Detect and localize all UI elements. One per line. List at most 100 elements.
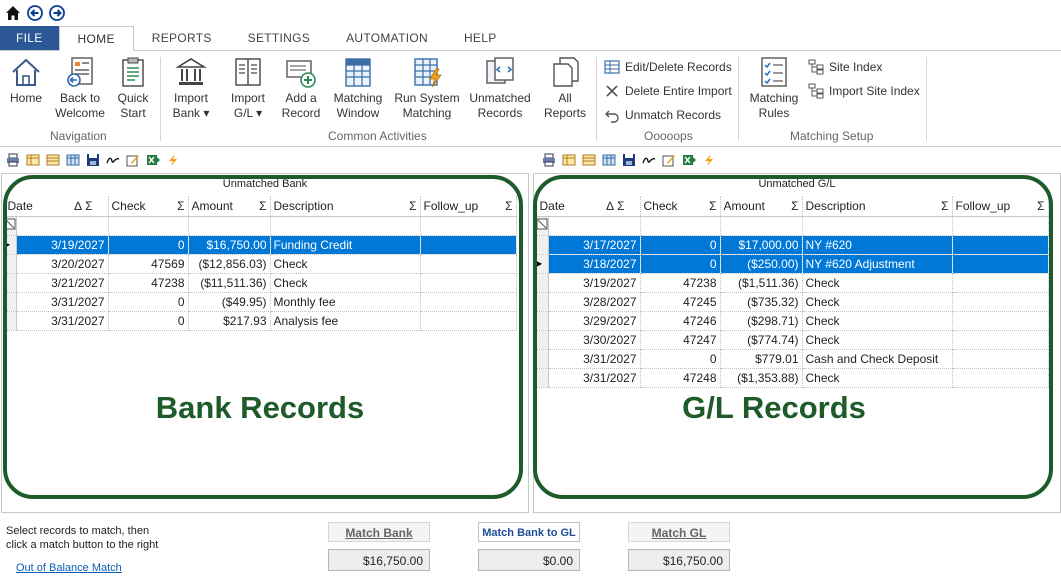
filter-icon[interactable] [4,216,17,236]
cell-description[interactable]: Funding Credit [270,235,421,255]
filter-cell[interactable] [108,216,189,236]
grid-view-icon[interactable] [562,153,576,167]
cell-date[interactable]: 3/19/2027 [548,273,641,293]
row-indicator[interactable] [536,292,549,312]
cell-amount[interactable]: ($250.00) [720,254,803,274]
cell-amount[interactable]: ($735.32) [720,292,803,312]
row-indicator[interactable] [536,330,549,350]
import-gl-button[interactable]: Import G/L ▾ [226,55,270,121]
all-reports-button[interactable]: All Reports [542,55,588,121]
row-indicator[interactable] [4,311,17,331]
table-row[interactable]: 3/20/2027 47569 ($12,856.03) Check [4,254,517,274]
filter-icon[interactable] [536,216,549,236]
col-header-date[interactable]: Date ∆ Σ [4,196,97,217]
print-icon[interactable] [6,153,20,167]
cell-follow-up[interactable] [952,292,1049,312]
table-icon[interactable] [582,153,596,167]
lightning-icon[interactable] [166,153,180,167]
cell-description[interactable]: Check [802,292,953,312]
cell-check[interactable]: 0 [108,292,189,312]
filter-cell[interactable] [548,216,641,236]
col-header-check[interactable]: Check Σ [108,196,189,217]
tab-file[interactable]: FILE [0,26,59,50]
cell-date[interactable]: 3/31/2027 [16,292,109,312]
tab-settings[interactable]: SETTINGS [230,26,328,50]
cell-check[interactable]: 0 [640,235,721,255]
cell-follow-up[interactable] [952,330,1049,350]
filter-cell[interactable] [270,216,421,236]
cell-follow-up[interactable] [420,311,517,331]
cell-description[interactable]: Check [270,254,421,274]
site-index-button[interactable]: Site Index [808,59,882,75]
cell-date[interactable]: 3/20/2027 [16,254,109,274]
table-row[interactable]: 3/30/2027 47247 ($774.74) Check [536,330,1049,350]
col-header-date[interactable]: Date ∆ Σ [536,196,629,217]
forward-arrow-icon[interactable] [48,4,66,22]
cell-description[interactable]: Check [802,330,953,350]
cell-amount[interactable]: $779.01 [720,349,803,369]
cell-amount[interactable]: $17,000.00 [720,235,803,255]
cell-date[interactable]: 3/31/2027 [16,311,109,331]
cell-amount[interactable]: ($11,511.36) [188,273,271,293]
cell-follow-up[interactable] [420,292,517,312]
col-header-follow-up[interactable]: Follow_up Σ [420,196,517,217]
cell-date[interactable]: 3/31/2027 [548,349,641,369]
row-indicator[interactable] [4,292,17,312]
cell-follow-up[interactable] [420,273,517,293]
row-indicator[interactable]: ▶ [4,235,17,255]
cell-amount[interactable]: $217.93 [188,311,271,331]
cell-date[interactable]: 3/28/2027 [548,292,641,312]
cell-check[interactable]: 0 [108,235,189,255]
cell-check[interactable]: 47246 [640,311,721,331]
cell-date[interactable]: 3/21/2027 [16,273,109,293]
matching-window-button[interactable]: Matching Window [330,55,386,121]
tab-automation[interactable]: AUTOMATION [328,26,446,50]
import-site-index-button[interactable]: Import Site Index [808,83,920,99]
save-icon[interactable] [86,153,100,167]
edit-note-icon[interactable] [126,153,140,167]
cell-date[interactable]: 3/30/2027 [548,330,641,350]
cell-date[interactable]: 3/17/2027 [548,235,641,255]
home-icon[interactable] [4,4,22,22]
cell-date[interactable]: 3/29/2027 [548,311,641,331]
table-row[interactable]: ▶ 3/18/2027 0 ($250.00) NY #620 Adjustment [536,254,1049,274]
grid-view-icon[interactable] [26,153,40,167]
edit-note-icon[interactable] [662,153,676,167]
cell-check[interactable]: 0 [108,311,189,331]
quick-start-button[interactable]: Quick Start [114,55,152,121]
cell-follow-up[interactable] [952,311,1049,331]
cell-follow-up[interactable] [420,254,517,274]
filter-cell[interactable] [188,216,271,236]
table-row[interactable]: 3/31/2027 0 ($49.95) Monthly fee [4,292,517,312]
table-row[interactable]: 3/31/2027 47248 ($1,353.88) Check [536,368,1049,388]
row-indicator[interactable] [536,235,549,255]
back-arrow-icon[interactable] [26,4,44,22]
table-icon[interactable] [46,153,60,167]
col-header-amount[interactable]: Amount Σ [720,196,803,217]
cell-amount[interactable]: ($774.74) [720,330,803,350]
cell-follow-up[interactable] [420,235,517,255]
table-row[interactable]: 3/31/2027 0 $217.93 Analysis fee [4,311,517,331]
row-indicator[interactable] [536,368,549,388]
cell-check[interactable]: 47247 [640,330,721,350]
cell-check[interactable]: 47245 [640,292,721,312]
unmatched-records-button[interactable]: Unmatched Records [468,55,532,121]
tab-home[interactable]: HOME [58,26,134,51]
cell-check[interactable]: 47238 [108,273,189,293]
export-excel-icon[interactable] [682,153,696,167]
row-indicator[interactable] [4,273,17,293]
cell-check[interactable]: 47569 [108,254,189,274]
table-row[interactable]: ▶ 3/19/2027 0 $16,750.00 Funding Credit [4,235,517,255]
row-indicator[interactable] [4,254,17,274]
unmatch-records-button[interactable]: Unmatch Records [604,107,721,123]
export-excel-icon[interactable] [146,153,160,167]
cell-follow-up[interactable] [952,273,1049,293]
filter-cell[interactable] [952,216,1049,236]
matching-rules-button[interactable]: Matching Rules [746,55,802,121]
row-indicator[interactable] [536,273,549,293]
cell-description[interactable]: Monthly fee [270,292,421,312]
col-header-amount[interactable]: Amount Σ [188,196,271,217]
col-header-description[interactable]: Description Σ [802,196,953,217]
filter-row[interactable] [4,216,517,236]
home-button[interactable]: Home [8,55,44,106]
